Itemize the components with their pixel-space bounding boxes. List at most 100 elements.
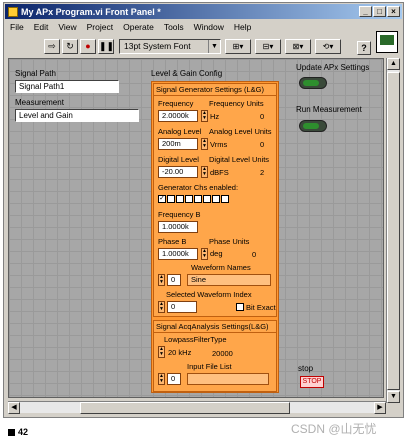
- menu-edit[interactable]: Edit: [29, 21, 54, 35]
- generator-chs-label: Generator Chs enabled:: [158, 183, 239, 192]
- measurement-field[interactable]: Level and Gain: [15, 109, 139, 122]
- measurement-label: Measurement: [15, 98, 64, 107]
- generator-chs-checkboxes: ✓: [158, 195, 238, 205]
- generator-ch-checkbox[interactable]: [167, 195, 175, 203]
- waveform-names-index[interactable]: 0: [167, 274, 181, 286]
- scroll-right-icon[interactable]: ▶: [374, 402, 386, 414]
- phase-units-spinner[interactable]: ▲ ▼: [201, 248, 208, 260]
- front-panel: Signal Path Signal Path1 Measurement Lev…: [8, 58, 384, 398]
- digital-level-label: Digital Level: [158, 155, 199, 164]
- menu-operate[interactable]: Operate: [118, 21, 159, 35]
- maximize-button[interactable]: □: [373, 6, 386, 17]
- frequency-b-input[interactable]: 1.0000k: [158, 221, 198, 233]
- run-measurement-button[interactable]: [299, 120, 327, 132]
- scroll-up-icon[interactable]: ▲: [387, 58, 400, 70]
- selected-waveform-label: Selected Waveform Index: [166, 290, 252, 299]
- analog-level-input[interactable]: 200m: [158, 138, 198, 150]
- input-file-list-field[interactable]: [187, 373, 269, 385]
- watermark: CSDN @山无忧: [291, 422, 377, 436]
- abort-icon[interactable]: ●: [80, 38, 96, 54]
- frequency-units-spinner[interactable]: ▲ ▼: [201, 110, 208, 122]
- phase-units-value[interactable]: deg: [210, 249, 223, 258]
- waveform-names-label: Waveform Names: [191, 263, 251, 272]
- frequency-units-label: Frequency Units: [209, 99, 264, 108]
- waveform-name-field[interactable]: Sine: [187, 274, 271, 286]
- menu-help[interactable]: Help: [229, 21, 256, 35]
- generator-ch-checkbox[interactable]: [212, 195, 220, 203]
- generator-ch-checkbox[interactable]: [176, 195, 184, 203]
- lowpass-filter-spinner[interactable]: ▲ ▼: [158, 346, 165, 358]
- vertical-scroll-thumb[interactable]: [387, 72, 400, 390]
- selected-waveform-spinner[interactable]: ▲ ▼: [158, 301, 165, 313]
- lowpass-filter-number: 20000: [212, 349, 233, 358]
- scroll-down-icon[interactable]: ▼: [387, 391, 400, 403]
- run-arrow-icon[interactable]: ⇨: [44, 38, 60, 54]
- font-selector[interactable]: 13pt System Font ▼: [119, 38, 221, 54]
- phase-units-index: 0: [252, 250, 257, 259]
- update-apx-label: Update APx Settings: [296, 63, 370, 72]
- frequency-label: Frequency: [158, 99, 194, 108]
- pause-icon[interactable]: ❚❚: [98, 38, 114, 54]
- generator-settings-cluster: Signal Generator Settings (L&G) Frequenc…: [153, 83, 277, 317]
- waveform-names-index-spinner[interactable]: ▲ ▼: [158, 274, 165, 286]
- generator-ch-checkbox[interactable]: [185, 195, 193, 203]
- phase-units-label: Phase Units: [209, 237, 250, 246]
- menu-project[interactable]: Project: [82, 21, 118, 35]
- toolbar: ⇨ ↻ ● ❚❚ 13pt System Font ▼ ⊞▾ ⊟▾ ⊠▾ ⟲▾: [44, 37, 341, 55]
- menu-view[interactable]: View: [53, 21, 81, 35]
- horizontal-scroll-thumb[interactable]: [80, 402, 290, 414]
- align-objects-icon[interactable]: ⊞▾: [225, 38, 251, 54]
- menu-window[interactable]: Window: [189, 21, 229, 35]
- digital-level-input[interactable]: -20.00: [158, 166, 198, 178]
- run-measurement-label: Run Measurement: [296, 105, 362, 114]
- caption-number: 42: [18, 427, 29, 437]
- generator-ch-checkbox[interactable]: [221, 195, 229, 203]
- digital-level-units-value[interactable]: dBFS: [210, 168, 229, 177]
- analog-level-units-spinner[interactable]: ▲ ▼: [201, 138, 208, 150]
- run-continuously-icon[interactable]: ↻: [62, 38, 78, 54]
- phase-b-input[interactable]: 1.0000k: [158, 248, 198, 260]
- vertical-scrollbar[interactable]: ▲ ▼: [386, 58, 400, 403]
- lowpass-filter-value[interactable]: 20 kHz: [168, 348, 191, 357]
- lowpass-filter-label: LowpassFilterType: [164, 335, 227, 344]
- phase-b-label: Phase B: [158, 237, 187, 246]
- acq-settings-title: Signal AcqAnalysis Settings(L&G): [156, 322, 269, 331]
- distribute-objects-icon[interactable]: ⊟▾: [255, 38, 281, 54]
- input-file-list-spinner[interactable]: ▲ ▼: [158, 373, 165, 385]
- bit-exact-checkbox[interactable]: [236, 303, 244, 311]
- title-bar: My APx Program.vi Front Panel * _ □ ×: [5, 4, 402, 19]
- analog-level-label: Analog Level: [158, 127, 202, 136]
- figure-caption: 42: [8, 427, 28, 437]
- frequency-input[interactable]: 2.0000k: [158, 110, 198, 122]
- chevron-down-icon: ▼: [208, 39, 220, 53]
- minimize-button[interactable]: _: [359, 6, 372, 17]
- menu-file[interactable]: File: [5, 21, 29, 35]
- context-help-button[interactable]: ?: [357, 41, 371, 55]
- digital-level-units-label: Digital Level Units: [209, 155, 270, 164]
- digital-level-units-spinner[interactable]: ▲ ▼: [201, 166, 208, 178]
- menu-tools[interactable]: Tools: [159, 21, 189, 35]
- stop-button[interactable]: STOP: [300, 376, 324, 388]
- reorder-icon[interactable]: ⟲▾: [315, 38, 341, 54]
- resize-objects-icon[interactable]: ⊠▾: [285, 38, 311, 54]
- generator-ch-checkbox[interactable]: [203, 195, 211, 203]
- analog-level-units-label: Analog Level Units: [209, 127, 272, 136]
- frequency-b-label: Frequency B: [158, 210, 201, 219]
- window-title: My APx Program.vi Front Panel *: [21, 6, 161, 17]
- vi-icon: [376, 31, 398, 53]
- signal-path-field[interactable]: Signal Path1: [15, 80, 119, 93]
- generator-ch-checkbox[interactable]: [194, 195, 202, 203]
- input-file-list-index[interactable]: 0: [167, 373, 181, 385]
- generator-ch-checkbox[interactable]: ✓: [158, 195, 166, 203]
- scroll-left-icon[interactable]: ◀: [8, 402, 20, 414]
- update-apx-button[interactable]: [299, 77, 327, 89]
- labview-app-icon: [8, 6, 18, 17]
- selected-waveform-input[interactable]: 0: [167, 301, 197, 313]
- stop-label: stop: [298, 364, 314, 373]
- horizontal-scrollbar[interactable]: ◀ ▶: [8, 401, 386, 414]
- close-button[interactable]: ×: [387, 6, 400, 17]
- level-gain-config-cluster: Signal Generator Settings (L&G) Frequenc…: [151, 81, 279, 393]
- analog-level-units-value[interactable]: Vrms: [210, 140, 227, 149]
- menu-bar: File Edit View Project Operate Tools Win…: [5, 21, 256, 35]
- frequency-units-value[interactable]: Hz: [210, 112, 219, 121]
